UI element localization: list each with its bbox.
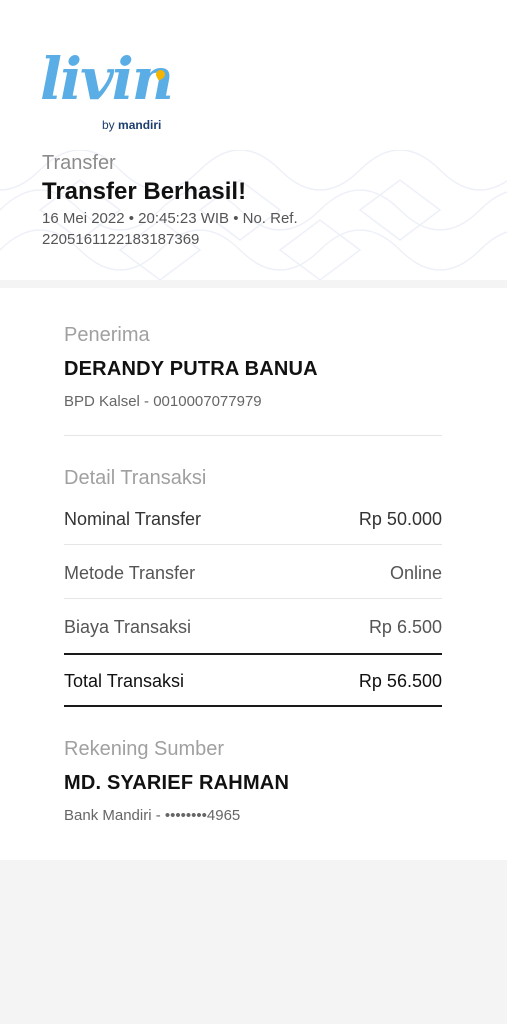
mandiri-byline: by mandiri (102, 118, 162, 132)
livin-wordmark: livin (40, 45, 174, 113)
receipt-body: Penerima DERANDY PUTRA BANUA BPD Kalsel … (0, 288, 507, 860)
row-value: Rp 6.500 (368, 616, 442, 637)
total-transaction-row: Total Transaksi Rp 56.500 (64, 671, 442, 691)
row-divider (64, 598, 442, 599)
page-title: Transfer Berhasil! (42, 178, 247, 205)
livin-logo: livin by mandiri (40, 50, 180, 136)
row-label: Metode Transfer (64, 562, 196, 583)
total-label: Total Transaksi (64, 670, 185, 691)
total-bottom-rule (64, 705, 442, 707)
row-value: Online (389, 562, 442, 583)
transfer-method-row: Metode Transfer Online (64, 563, 442, 583)
recipient-section-title: Penerima (64, 324, 150, 346)
section-divider (64, 435, 442, 436)
recipient-account: BPD Kalsel - 0010007077979 (64, 393, 262, 410)
row-divider (64, 544, 442, 545)
details-section-title: Detail Transaksi (64, 467, 207, 489)
transaction-fee-row: Biaya Transaksi Rp 6.500 (64, 617, 442, 637)
total-value: Rp 56.500 (358, 670, 442, 691)
source-account-name: MD. SYARIEF RAHMAN (64, 772, 290, 794)
transaction-datetime: 16 Mei 2022 • 20:45:23 WIB • No. Ref. (42, 210, 298, 227)
transaction-meta: 16 Mei 2022 • 20:45:23 WIB • No. Ref. 22… (42, 208, 342, 250)
source-section-title: Rekening Sumber (64, 738, 225, 760)
row-label: Nominal Transfer (64, 508, 202, 529)
row-label: Biaya Transaksi (64, 616, 192, 637)
total-top-rule (64, 653, 442, 655)
source-account-number: Bank Mandiri - ••••••••4965 (64, 807, 241, 824)
recipient-name: DERANDY PUTRA BANUA (64, 358, 318, 380)
row-value: Rp 50.000 (358, 508, 442, 529)
nominal-transfer-row: Nominal Transfer Rp 50.000 (64, 509, 442, 529)
reference-number: 2205161122183187369 (42, 231, 200, 248)
transaction-type-label: Transfer (42, 152, 116, 174)
receipt-header: livin by mandiri Transfer Transfer Berha… (0, 0, 507, 280)
